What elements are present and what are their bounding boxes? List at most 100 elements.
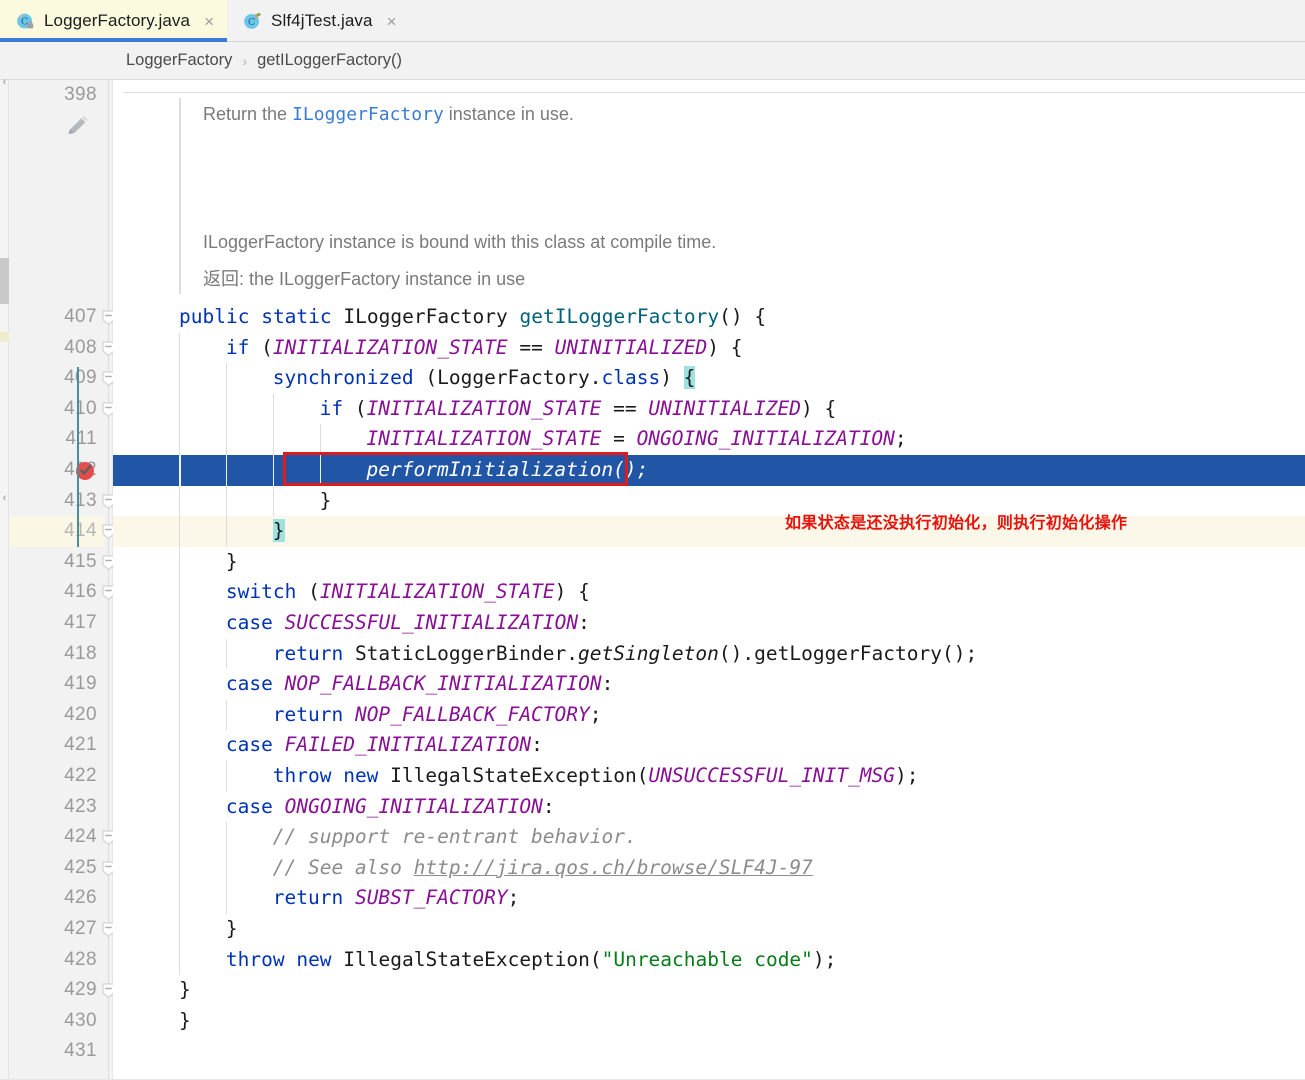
code-line[interactable]: INITIALIZATION_STATE = ONGOING_INITIALIZ… [113, 424, 1305, 455]
code-line[interactable] [113, 1036, 1305, 1067]
code-token: NOP_FALLBACK_FACTORY [354, 702, 590, 726]
gutter-row[interactable]: 413 [9, 486, 113, 517]
tab-logger-factory[interactable]: C LoggerFactory.java × [0, 0, 227, 42]
line-number: 421 [64, 734, 97, 756]
gutter-row[interactable]: 411 [9, 424, 113, 455]
code-token: (); [613, 458, 649, 481]
code-line[interactable]: } [113, 975, 1305, 1006]
code-token: { [683, 366, 696, 390]
tab-slf4j-test[interactable]: C Slf4jTest.java × [227, 0, 410, 42]
code-line[interactable]: case SUCCESSFUL_INITIALIZATION: [113, 608, 1305, 639]
code-folding-strip[interactable] [102, 80, 115, 1080]
code-token: ONGOING_INITIALIZATION [284, 794, 543, 818]
code-token: } [319, 488, 332, 512]
code-token: new [296, 947, 332, 971]
code-token: ; [894, 427, 907, 451]
tab-label: Slf4jTest.java [271, 11, 373, 30]
gutter-row[interactable]: 422 [9, 761, 113, 792]
editor-gutter[interactable]: 398 407 408 409 410 411 412 413 414 415 416 417 418 4… [9, 80, 113, 1080]
gutter-row[interactable]: 408 [9, 333, 113, 364]
code-line-text: INITIALIZATION_STATE = ONGOING_INITIALIZ… [113, 424, 1305, 455]
gutter-row[interactable]: 424 [9, 822, 113, 853]
gutter-row[interactable]: 410 [9, 394, 113, 425]
close-icon[interactable]: × [204, 13, 214, 30]
gutter-row[interactable]: 426 [9, 883, 113, 914]
code-line[interactable]: } [113, 914, 1305, 945]
gutter-row[interactable]: 407 [9, 302, 113, 333]
tool-window-strip[interactable]: ‹ ‹ [0, 77, 9, 1080]
code-line[interactable]: synchronized (LoggerFactory.class) { [113, 363, 1305, 394]
code-token: case [225, 672, 273, 696]
code-line[interactable]: switch (INITIALIZATION_STATE) { [113, 577, 1305, 608]
chevron-left-icon[interactable]: ‹ [0, 493, 9, 504]
chevron-left-icon-2[interactable]: ‹ [0, 77, 9, 88]
gutter-row[interactable]: 415 [9, 547, 113, 578]
code-line-text: switch (INITIALIZATION_STATE) { [113, 577, 1305, 608]
gutter-row[interactable]: 429 [9, 975, 113, 1006]
code-line[interactable]: case FAILED_INITIALIZATION: [113, 730, 1305, 761]
gutter-row[interactable]: 418 [9, 639, 113, 670]
code-line[interactable]: if (INITIALIZATION_STATE == UNINITIALIZE… [113, 393, 1305, 425]
code-token: getSingleton [578, 641, 719, 665]
code-editor[interactable]: ‹ ‹ 398 407 408 409 410 411 412 413 414 415 416 417… [0, 77, 1305, 1080]
code-token: UNSUCCESSFUL_INIT_MSG [648, 764, 896, 787]
javadoc-link-iloggerfactory[interactable]: ILoggerFactory [292, 104, 444, 125]
code-token: = [601, 427, 637, 451]
code-line[interactable]: case NOP_FALLBACK_INITIALIZATION: [113, 669, 1305, 700]
gutter-row[interactable]: 427 [9, 914, 113, 945]
code-token: : [531, 733, 543, 757]
line-number: 398 [64, 84, 97, 105]
code-token: if [319, 396, 344, 420]
code-line[interactable]: } [113, 1006, 1305, 1037]
pencil-icon[interactable] [64, 113, 90, 144]
code-line-text: return SUBST_FACTORY; [113, 883, 1305, 914]
gutter-row[interactable]: 417 [9, 608, 113, 639]
code-line[interactable]: if (INITIALIZATION_STATE == UNINITIALIZE… [113, 332, 1305, 364]
gutter-row[interactable]: 425 [9, 853, 113, 884]
gutter-row[interactable]: 420 [9, 700, 113, 731]
code-line[interactable]: return SUBST_FACTORY; [113, 883, 1305, 914]
gutter-row[interactable]: 421 [9, 730, 113, 761]
code-line[interactable]: case ONGOING_INITIALIZATION: [113, 791, 1305, 823]
strip-marker-scroll [0, 258, 9, 304]
code-token: case [225, 794, 273, 818]
code-line[interactable]: performInitialization(); [113, 455, 1305, 486]
gutter-row[interactable]: 423 [9, 792, 113, 823]
breadcrumb-item-method[interactable]: getILoggerFactory() [257, 51, 402, 70]
gutter-row[interactable]: 431 [9, 1036, 113, 1067]
javadoc-line-2: ILoggerFactory instance is bound with th… [203, 232, 717, 252]
code-line[interactable]: throw new IllegalStateException(UNSUCCES… [113, 761, 1305, 792]
code-line[interactable]: } [113, 546, 1305, 578]
code-line[interactable]: throw new IllegalStateException("Unreach… [113, 944, 1305, 976]
gutter-row[interactable]: 430 [9, 1006, 113, 1037]
breadcrumb-bar: LoggerFactory › getILoggerFactory() [0, 42, 1305, 80]
line-number: 407 [64, 306, 97, 327]
code-line[interactable]: // See also http://jira.qos.ch/browse/SL… [113, 852, 1305, 884]
gutter-row[interactable]: 412 [9, 455, 113, 486]
code-token: ) { [801, 396, 837, 420]
code-token: return [272, 702, 344, 726]
code-line[interactable]: return NOP_FALLBACK_FACTORY; [113, 699, 1305, 731]
line-number: 410 [64, 397, 97, 419]
close-icon[interactable]: × [387, 13, 397, 30]
gutter-row[interactable]: 409 [9, 363, 113, 394]
gutter-row[interactable]: 419 [9, 669, 113, 700]
code-token: IllegalStateException( [331, 947, 602, 971]
code-line[interactable]: return StaticLoggerBinder.getSingleton()… [113, 638, 1305, 670]
code-token: INITIALIZATION_STATE [366, 427, 602, 451]
tab-label: LoggerFactory.java [44, 11, 191, 30]
code-token: SUCCESSFUL_INITIALIZATION [284, 611, 579, 634]
breadcrumb-item-class[interactable]: LoggerFactory [126, 51, 232, 70]
gutter-row[interactable]: 414 [9, 516, 113, 547]
code-line-text: if (INITIALIZATION_STATE == UNINITIALIZE… [113, 394, 1305, 425]
code-line[interactable]: public static ILoggerFactory getILoggerF… [113, 302, 1305, 333]
gutter-row[interactable]: 428 [9, 945, 113, 976]
code-token: : [578, 611, 590, 634]
code-line[interactable]: // support re-entrant behavior. [113, 822, 1305, 853]
gutter-row[interactable]: 398 [9, 80, 113, 111]
svg-text:C: C [248, 17, 255, 28]
gutter-row[interactable]: 416 [9, 577, 113, 608]
